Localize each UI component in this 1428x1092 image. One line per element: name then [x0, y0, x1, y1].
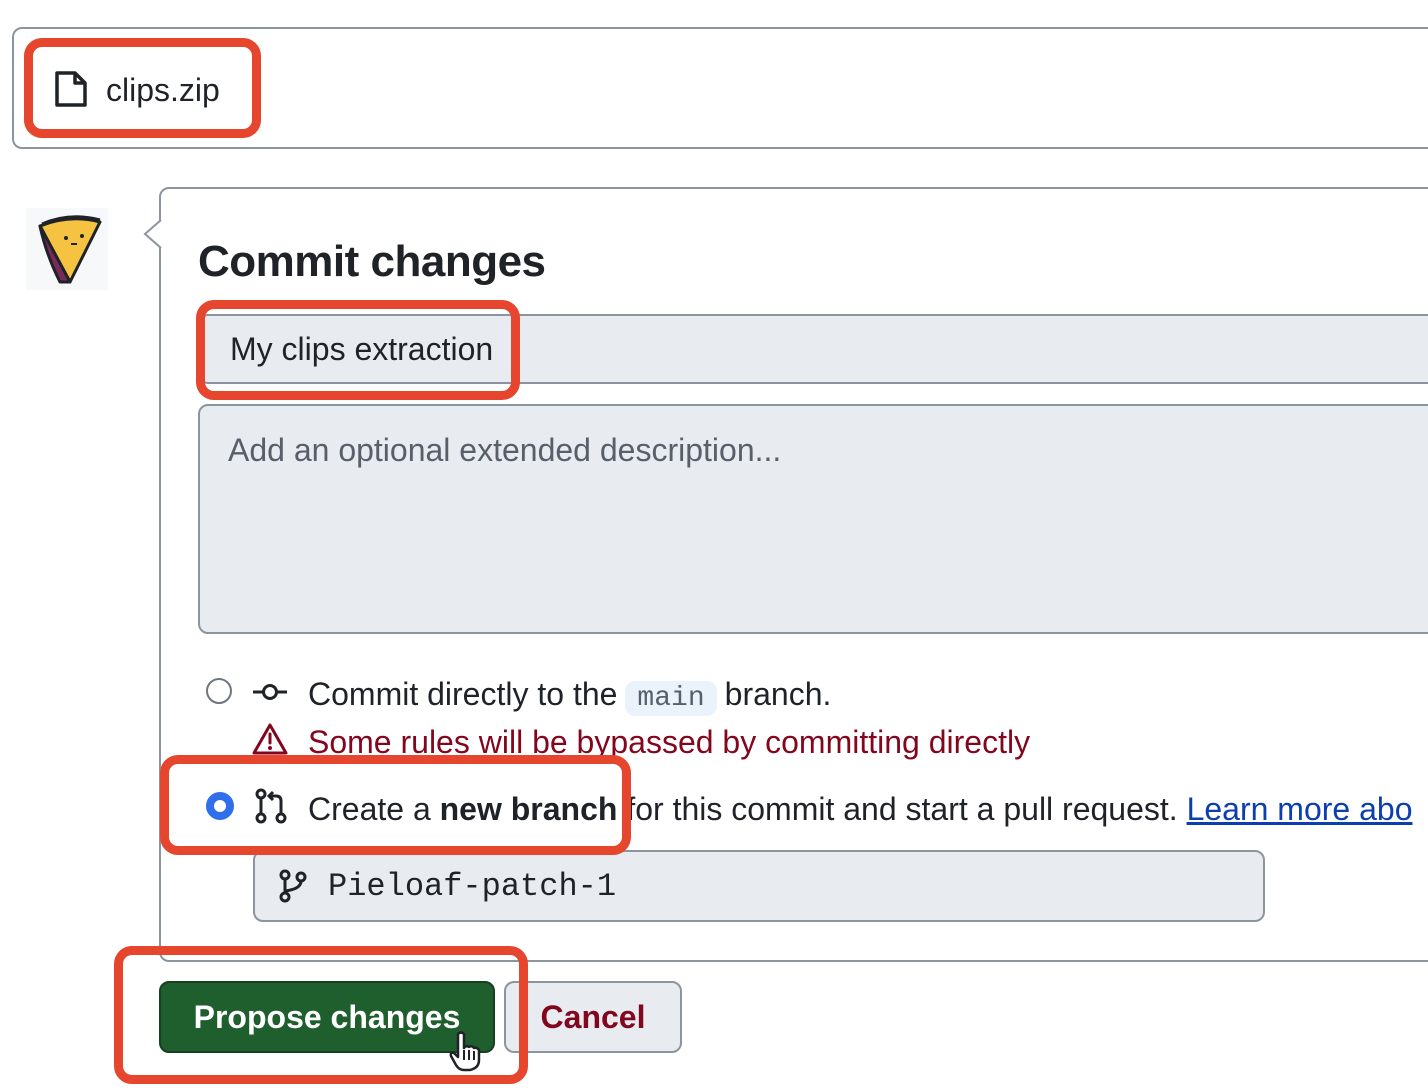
- radio-new-branch[interactable]: [206, 792, 234, 820]
- learn-more-link[interactable]: Learn more abo: [1187, 791, 1413, 827]
- propose-changes-button[interactable]: Propose changes: [159, 981, 495, 1053]
- commit-description-input[interactable]: [198, 404, 1428, 634]
- pull-request-icon: [255, 788, 287, 824]
- avatar: [26, 208, 108, 290]
- commit-title: Commit changes: [198, 237, 546, 286]
- commit-directly-label: Commit directly to the main branch.: [308, 676, 832, 716]
- branch-name-input[interactable]: [322, 856, 1254, 916]
- alert-icon: [252, 723, 288, 755]
- cancel-button[interactable]: Cancel: [504, 981, 682, 1053]
- panel-caret-icon: [143, 219, 162, 249]
- file-card: [12, 27, 1428, 149]
- hand-pointer-icon: [449, 1031, 481, 1072]
- commit-summary-input[interactable]: [200, 314, 1428, 384]
- bypass-warning: Some rules will be bypassed by committin…: [308, 724, 1031, 760]
- git-branch-icon: [279, 869, 307, 903]
- file-icon: [55, 71, 87, 107]
- radio-commit-directly[interactable]: [206, 678, 232, 704]
- git-commit-icon: [253, 684, 287, 700]
- branch-name-pill: main: [625, 681, 717, 716]
- new-branch-label: Create a new branch for this commit and …: [308, 791, 1413, 827]
- file-name: clips.zip: [106, 72, 220, 108]
